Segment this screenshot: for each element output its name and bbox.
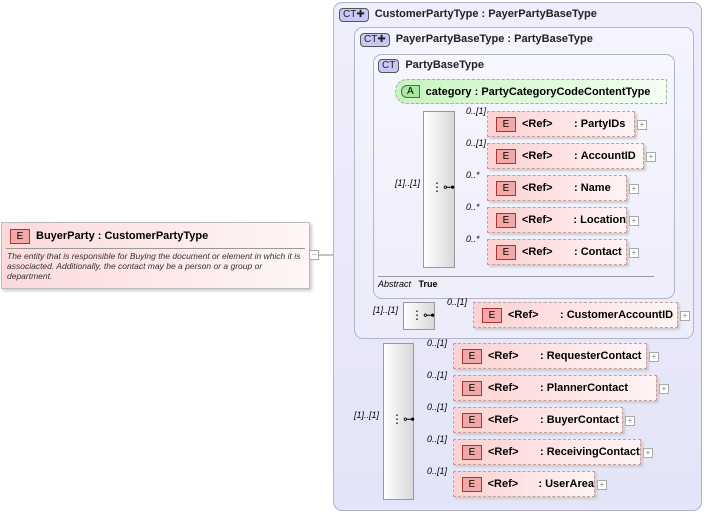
expand-button[interactable]: +	[680, 311, 690, 321]
attribute-name: category	[425, 85, 472, 98]
type-base: PayerPartyBaseType	[488, 8, 597, 20]
complex-type-badge: CT✚	[360, 33, 390, 47]
expand-button[interactable]: +	[629, 184, 639, 194]
element-cardinality: 0..[1]	[427, 466, 448, 476]
element-cardinality: 0..[1]	[427, 370, 448, 380]
sequence-cardinality: [1]..[1]	[373, 305, 399, 315]
element-cardinality: 0..[1]	[427, 402, 448, 412]
type-base: PartyBaseType	[514, 33, 593, 45]
ref-label: <Ref>	[522, 150, 553, 162]
ref-label: <Ref>	[488, 382, 519, 394]
element-ref[interactable]: E <Ref> : Location	[487, 207, 627, 233]
element-cardinality: 0..*	[466, 234, 480, 244]
sequence-icon: ⋮⊶	[431, 180, 455, 194]
element-ref[interactable]: E <Ref> : ReceivingContact	[453, 439, 641, 465]
element-name: : RequesterContact	[540, 350, 642, 362]
element-badge: E	[10, 229, 30, 244]
sequence-icon: ⋮⊶	[411, 308, 435, 322]
element-cardinality: 0..[1]	[447, 297, 468, 307]
element-name: : PartyIDs	[574, 118, 626, 130]
ref-label: <Ref>	[487, 478, 519, 490]
expand-button[interactable]: +	[643, 448, 653, 458]
element-name: : AccountID	[574, 150, 636, 162]
element-cardinality: 0..[1]	[427, 434, 448, 444]
attribute-type: PartyCategoryCodeContentType	[481, 85, 651, 98]
element-name: : Contact	[574, 246, 622, 258]
sequence-compositor[interactable]: ⋮⊶	[383, 343, 415, 500]
sequence-compositor[interactable]: ⋮⊶	[423, 111, 455, 268]
element-name: : ReceivingContact	[540, 446, 640, 458]
sequence-compositor[interactable]: ⋮⊶	[403, 302, 435, 330]
ref-label: <Ref>	[522, 118, 553, 130]
expand-button[interactable]: +	[629, 248, 639, 258]
sequence-cardinality: [1]..[1]	[354, 410, 380, 420]
attribute-badge: A	[401, 85, 420, 98]
element-ref[interactable]: E <Ref> : Contact	[487, 239, 627, 265]
element-ref[interactable]: E <Ref> : BuyerContact	[453, 407, 623, 433]
element-documentation: The entity that is responsible for Buyin…	[7, 251, 301, 281]
element-cardinality: 0..[1]	[466, 138, 487, 148]
element-badge: E	[496, 148, 516, 164]
element-badge: E	[462, 348, 482, 364]
ref-label: <Ref>	[488, 414, 519, 426]
ref-label: <Ref>	[522, 182, 553, 194]
element-name: BuyerParty	[36, 230, 95, 242]
element-type: CustomerPartyType	[104, 230, 209, 242]
type-name: PayerPartyBaseType	[395, 33, 505, 45]
ref-label: <Ref>	[488, 350, 519, 362]
expand-button[interactable]: +	[646, 152, 656, 162]
element-badge: E	[496, 180, 516, 196]
element-badge: E	[462, 476, 482, 492]
element-cardinality: 0..*	[466, 170, 480, 180]
element-ref[interactable]: E <Ref> : UserArea	[453, 471, 595, 497]
ref-label: <Ref>	[521, 214, 553, 226]
element-ref[interactable]: E <Ref> : AccountID	[487, 143, 644, 169]
abstract-value: True	[418, 279, 438, 289]
complex-type-badge: CT	[378, 59, 400, 73]
element-ref[interactable]: E <Ref> : CustomerAccountID	[473, 302, 678, 328]
element-cardinality: 0..[1]	[466, 106, 487, 116]
element-ref[interactable]: E <Ref> : PlannerContact	[453, 375, 657, 401]
element-ref[interactable]: E <Ref> : RequesterContact	[453, 343, 647, 369]
element-name: : Location	[573, 214, 626, 226]
collapse-button[interactable]: −	[309, 250, 319, 260]
element-cardinality: 0..*	[466, 202, 480, 212]
attribute-category[interactable]: A category : PartyCategoryCodeContentTyp…	[395, 79, 667, 104]
element-ref[interactable]: E <Ref> : Name	[487, 175, 627, 201]
ref-label: <Ref>	[522, 246, 553, 258]
element-badge: E	[462, 444, 482, 460]
expand-button[interactable]: +	[597, 480, 607, 490]
expand-button[interactable]: +	[637, 120, 647, 130]
element-name: : Name	[574, 182, 611, 194]
element-name: : PlannerContact	[540, 382, 629, 394]
element-badge: E	[496, 116, 516, 132]
buyer-party-element[interactable]: E BuyerParty : CustomerPartyType The enti…	[1, 222, 310, 289]
element-badge: E	[462, 380, 482, 396]
element-badge: E	[462, 412, 482, 428]
type-name: PartyBaseType	[405, 59, 485, 71]
type-name: CustomerPartyType	[374, 8, 479, 20]
complex-type-badge: CT✚	[339, 8, 369, 22]
element-name: : BuyerContact	[540, 414, 619, 426]
element-cardinality: 0..[1]	[427, 338, 448, 348]
element-name: : CustomerAccountID	[560, 309, 674, 321]
expand-button[interactable]: +	[659, 384, 669, 394]
sequence-cardinality: [1]..[1]	[395, 178, 421, 188]
element-badge: E	[496, 212, 516, 228]
abstract-label: Abstract	[378, 279, 412, 289]
element-name: : UserArea	[538, 478, 594, 490]
element-badge: E	[496, 244, 516, 260]
expand-button[interactable]: +	[625, 416, 635, 426]
expand-button[interactable]: +	[649, 352, 659, 362]
element-ref[interactable]: E <Ref> : PartyIDs	[487, 111, 635, 137]
expand-button[interactable]: +	[629, 216, 639, 226]
ref-label: <Ref>	[508, 309, 539, 321]
sequence-icon: ⋮⊶	[391, 412, 415, 426]
ref-label: <Ref>	[488, 446, 519, 458]
element-badge: E	[482, 307, 502, 323]
